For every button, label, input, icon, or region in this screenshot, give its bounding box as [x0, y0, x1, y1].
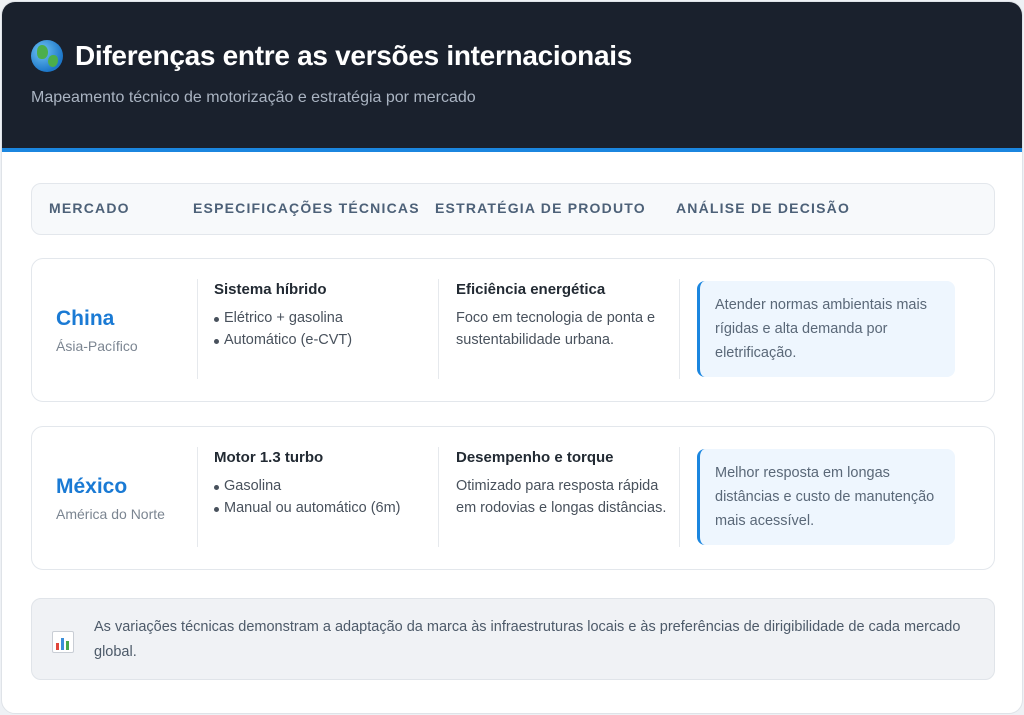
market-name: China	[56, 307, 115, 330]
spec-item: Gasolina	[214, 475, 434, 497]
page-title: Diferenças entre as versões internaciona…	[75, 40, 633, 71]
spec-cell: Motor 1.3 turbo Gasolina Manual ou autom…	[214, 449, 434, 519]
analysis-callout: Melhor resposta em longas distâncias e c…	[697, 449, 955, 545]
column-header-bar: MERCADO ESPECIFICAÇÕES TÉCNICAS ESTRATÉG…	[31, 183, 995, 235]
divider	[197, 447, 198, 547]
bar-chart-icon	[52, 631, 74, 653]
page-subtitle: Mapeamento técnico de motorização e estr…	[31, 89, 476, 106]
market-cell: México América do Norte	[56, 475, 165, 522]
spec-item: Elétrico + gasolina	[214, 307, 434, 329]
analysis-callout: Atender normas ambientais mais rígidas e…	[697, 281, 955, 377]
market-row-china: China Ásia-Pacífico Sistema híbrido Elét…	[31, 258, 995, 402]
summary-note: As variações técnicas demonstram a adapt…	[31, 598, 995, 680]
strategy-cell: Eficiência energética Foco em tecnologia…	[456, 281, 672, 351]
strategy-text: Otimizado para resposta rápida em rodovi…	[456, 478, 667, 516]
spec-item: Manual ou automático (6m)	[214, 497, 434, 519]
spec-cell: Sistema híbrido Elétrico + gasolina Auto…	[214, 281, 434, 351]
market-row-mexico: México América do Norte Motor 1.3 turbo …	[31, 426, 995, 570]
column-header-analysis: ANÁLISE DE DECISÃO	[676, 200, 851, 216]
globe-icon	[31, 40, 63, 72]
market-region: Ásia-Pacífico	[56, 338, 138, 354]
header: Diferenças entre as versões internaciona…	[2, 2, 1022, 152]
column-header-specs: ESPECIFICAÇÕES TÉCNICAS	[193, 200, 420, 216]
market-cell: China Ásia-Pacífico	[56, 307, 138, 354]
divider	[679, 447, 680, 547]
strategy-text: Foco em tecnologia de ponta e sustentabi…	[456, 310, 656, 348]
market-name: México	[56, 475, 128, 498]
strategy-title: Desempenho e torque	[456, 449, 614, 466]
summary-text: As variações técnicas demonstram a adapt…	[94, 619, 961, 660]
column-header-strategy: ESTRATÉGIA DE PRODUTO	[435, 200, 646, 216]
spec-item: Automático (e-CVT)	[214, 329, 434, 351]
divider	[438, 447, 439, 547]
divider	[679, 279, 680, 379]
spec-title: Motor 1.3 turbo	[214, 449, 324, 466]
column-header-market: MERCADO	[49, 200, 130, 216]
spec-title: Sistema híbrido	[214, 281, 327, 298]
comparison-card: Diferenças entre as versões internaciona…	[1, 1, 1023, 714]
market-region: América do Norte	[56, 506, 165, 522]
divider	[438, 279, 439, 379]
strategy-cell: Desempenho e torque Otimizado para respo…	[456, 449, 672, 519]
strategy-title: Eficiência energética	[456, 281, 606, 298]
divider	[197, 279, 198, 379]
